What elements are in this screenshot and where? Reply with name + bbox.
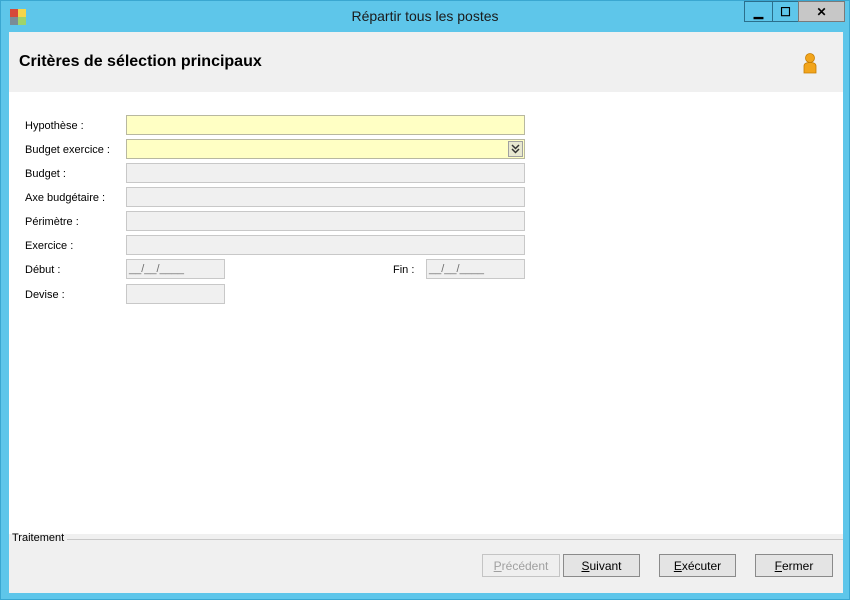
axe-budgetaire-field[interactable]	[126, 187, 525, 207]
executer-button[interactable]: Exécuter	[659, 554, 736, 577]
page-title: Critères de sélection principaux	[19, 53, 262, 70]
minimize-button[interactable]: ▁	[744, 1, 773, 22]
precedent-button[interactable]: Précédent	[482, 554, 560, 577]
suivant-button[interactable]: Suivant	[563, 554, 640, 577]
budget-exercice-label: Budget exercice :	[25, 144, 110, 156]
budget-label: Budget :	[25, 168, 66, 180]
hypothese-label: Hypothèse :	[25, 120, 84, 132]
budget-exercice-combobox[interactable]	[126, 139, 525, 159]
fin-label: Fin :	[393, 264, 415, 276]
hypothese-field[interactable]	[126, 115, 525, 135]
user-icon[interactable]	[802, 52, 818, 74]
traitement-group-label: Traitement	[12, 532, 65, 544]
fin-date-field[interactable]: __/__/____	[426, 259, 525, 279]
maximize-icon: ☐	[780, 4, 791, 19]
header-band: Critères de sélection principaux	[9, 32, 843, 92]
axe-budgetaire-label: Axe budgétaire :	[25, 192, 106, 204]
debut-date-field[interactable]: __/__/____	[126, 259, 225, 279]
minimize-icon: ▁	[753, 4, 764, 19]
application-window: Répartir tous les postes ▁ ☐ ✕ Critères …	[0, 0, 850, 600]
budget-field[interactable]	[126, 163, 525, 183]
title-bar[interactable]: Répartir tous les postes ▁ ☐ ✕	[1, 1, 849, 32]
devise-label: Devise :	[25, 289, 65, 301]
perimetre-field[interactable]	[126, 211, 525, 231]
traitement-divider	[67, 539, 843, 540]
fermer-button[interactable]: Fermer	[755, 554, 833, 577]
maximize-button[interactable]: ☐	[772, 1, 799, 22]
window-title: Répartir tous les postes	[351, 8, 499, 24]
close-icon: ✕	[816, 4, 827, 19]
exercice-label: Exercice :	[25, 240, 74, 252]
perimetre-label: Périmètre :	[25, 216, 79, 228]
dialog-body: Critères de sélection principaux Hypothè…	[9, 32, 843, 593]
debut-label: Début :	[25, 264, 61, 276]
chevron-down-icon[interactable]	[508, 141, 523, 157]
exercice-field[interactable]	[126, 235, 525, 255]
close-button[interactable]: ✕	[798, 1, 845, 22]
devise-field[interactable]	[126, 284, 225, 304]
